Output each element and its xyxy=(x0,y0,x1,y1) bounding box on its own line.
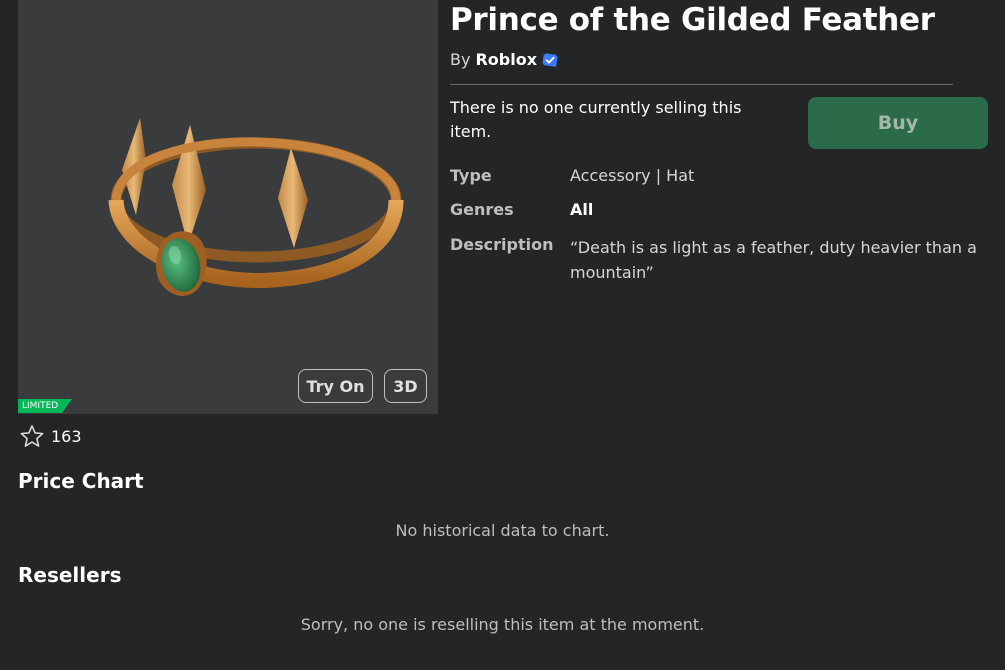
creator-byline: By Roblox xyxy=(450,50,558,69)
item-thumbnail: Try On 3D LIMITED xyxy=(18,0,438,414)
description-label: Description xyxy=(450,235,554,254)
header-divider xyxy=(450,84,953,85)
limited-badge: LIMITED xyxy=(18,399,73,413)
creator-link[interactable]: Roblox xyxy=(475,50,537,69)
item-details-page: Try On 3D LIMITED 163 Prince of the Gild… xyxy=(0,0,1005,670)
favorite-control[interactable]: 163 xyxy=(19,424,82,448)
by-prefix: By xyxy=(450,50,471,69)
genres-label: Genres xyxy=(450,200,514,219)
seller-status-text: There is no one currently selling this i… xyxy=(450,98,742,141)
verified-badge-icon xyxy=(542,52,558,67)
star-outline-icon[interactable] xyxy=(19,424,45,448)
limited-badge-label: LIMITED xyxy=(18,399,63,413)
price-chart-heading: Price Chart xyxy=(18,469,144,493)
try-on-button[interactable]: Try On xyxy=(298,369,373,403)
crown-image xyxy=(108,118,404,296)
price-chart-empty-message: No historical data to chart. xyxy=(395,521,610,540)
item-title: Prince of the Gilded Feather xyxy=(450,2,935,38)
buy-button[interactable]: Buy xyxy=(808,97,988,149)
genres-value: All xyxy=(570,200,594,219)
resellers-empty-message: Sorry, no one is reselling this item at … xyxy=(300,615,705,634)
resellers-heading: Resellers xyxy=(18,563,122,587)
limited-badge-tip xyxy=(62,399,73,413)
description-value: “Death is as light as a feather, duty he… xyxy=(570,238,977,282)
type-label: Type xyxy=(450,166,492,185)
favorite-count: 163 xyxy=(51,426,82,446)
view-3d-button[interactable]: 3D xyxy=(384,369,427,403)
type-value: Accessory | Hat xyxy=(570,166,695,185)
